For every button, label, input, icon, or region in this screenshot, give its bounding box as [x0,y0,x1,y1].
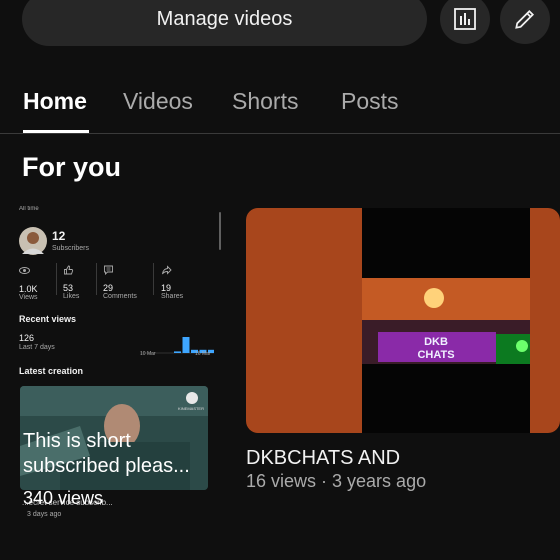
recent-views-count: 126 [19,333,35,343]
metric-label: Views [19,294,38,301]
metric-label: Likes [63,293,80,300]
video-title[interactable]: DKBCHATS AND [246,447,400,470]
edit-channel-button[interactable] [500,0,550,44]
overlay-line-1: This is short [23,430,131,452]
active-tab-indicator [23,130,89,133]
metric-divider [96,263,97,295]
recent-views-chart [140,337,214,354]
manage-videos-button[interactable]: Manage videos [22,0,427,46]
tab-home[interactable]: Home [23,88,87,115]
latest-overlay-title: This is short subscribed pleas... [23,429,190,479]
channel-avatar [19,227,47,255]
metric-likes: 53 Likes [63,262,79,300]
pencil-icon [515,9,535,29]
subscriber-count: 12 [52,229,66,243]
tab-posts[interactable]: Posts [341,88,399,115]
recent-views-title: Recent views [19,314,77,324]
chart-bar [182,337,190,353]
metric-label: Shares [161,293,184,300]
recent-views-period: Last 7 days [19,344,55,351]
latest-overlay-views: 340 views [23,488,104,508]
sign-text: DKB CHATS [406,336,466,362]
metric-shares: 19 Shares [161,262,183,300]
watermark: KINEMASTER [177,406,204,411]
metric-value: 29 [103,283,114,293]
metric-divider [153,263,154,295]
metric-comments: 29 Comments [103,262,137,300]
tab-videos[interactable]: Videos [123,88,193,115]
thumbs-up-icon [64,265,74,275]
metric-views: 1.0K Views [19,262,38,301]
subscriber-label: Subscribers [52,245,89,252]
channel-tabs: Home Videos Shorts Posts [0,70,560,134]
latest-age: 3 days ago [27,511,62,518]
metric-label: Comments [103,293,137,300]
metric-value: 19 [161,283,172,293]
top-bar: Manage videos [0,0,560,60]
metric-value: 53 [63,283,74,293]
video-thumbnail-image [246,208,560,433]
tab-shorts[interactable]: Shorts [232,88,298,115]
eye-icon [19,267,30,274]
section-title: For you [22,152,121,182]
analytics-button[interactable] [440,0,490,44]
comment-icon [104,265,113,276]
share-icon [162,265,172,275]
analytics-icon [454,8,476,30]
metric-value: 1.0K [19,284,38,294]
chart-bar [174,351,181,353]
scrollbar[interactable] [219,212,221,250]
video-meta: 16 views · 3 years ago [246,471,427,491]
video-thumbnail[interactable]: DKB CHATS [246,208,560,433]
chart-label-start: 10 Mar [140,351,156,357]
kinemaster-logo [186,392,198,404]
stats-range-label: All time [19,206,39,212]
chart-label-end: 16 Mar [195,351,211,357]
metric-divider [56,263,57,295]
overlay-line-2: subscribed pleas... [23,455,190,477]
latest-creation-title: Latest creation [19,366,84,376]
sign-line-2: CHATS [417,349,455,361]
sign-line-1: DKB [424,336,448,348]
